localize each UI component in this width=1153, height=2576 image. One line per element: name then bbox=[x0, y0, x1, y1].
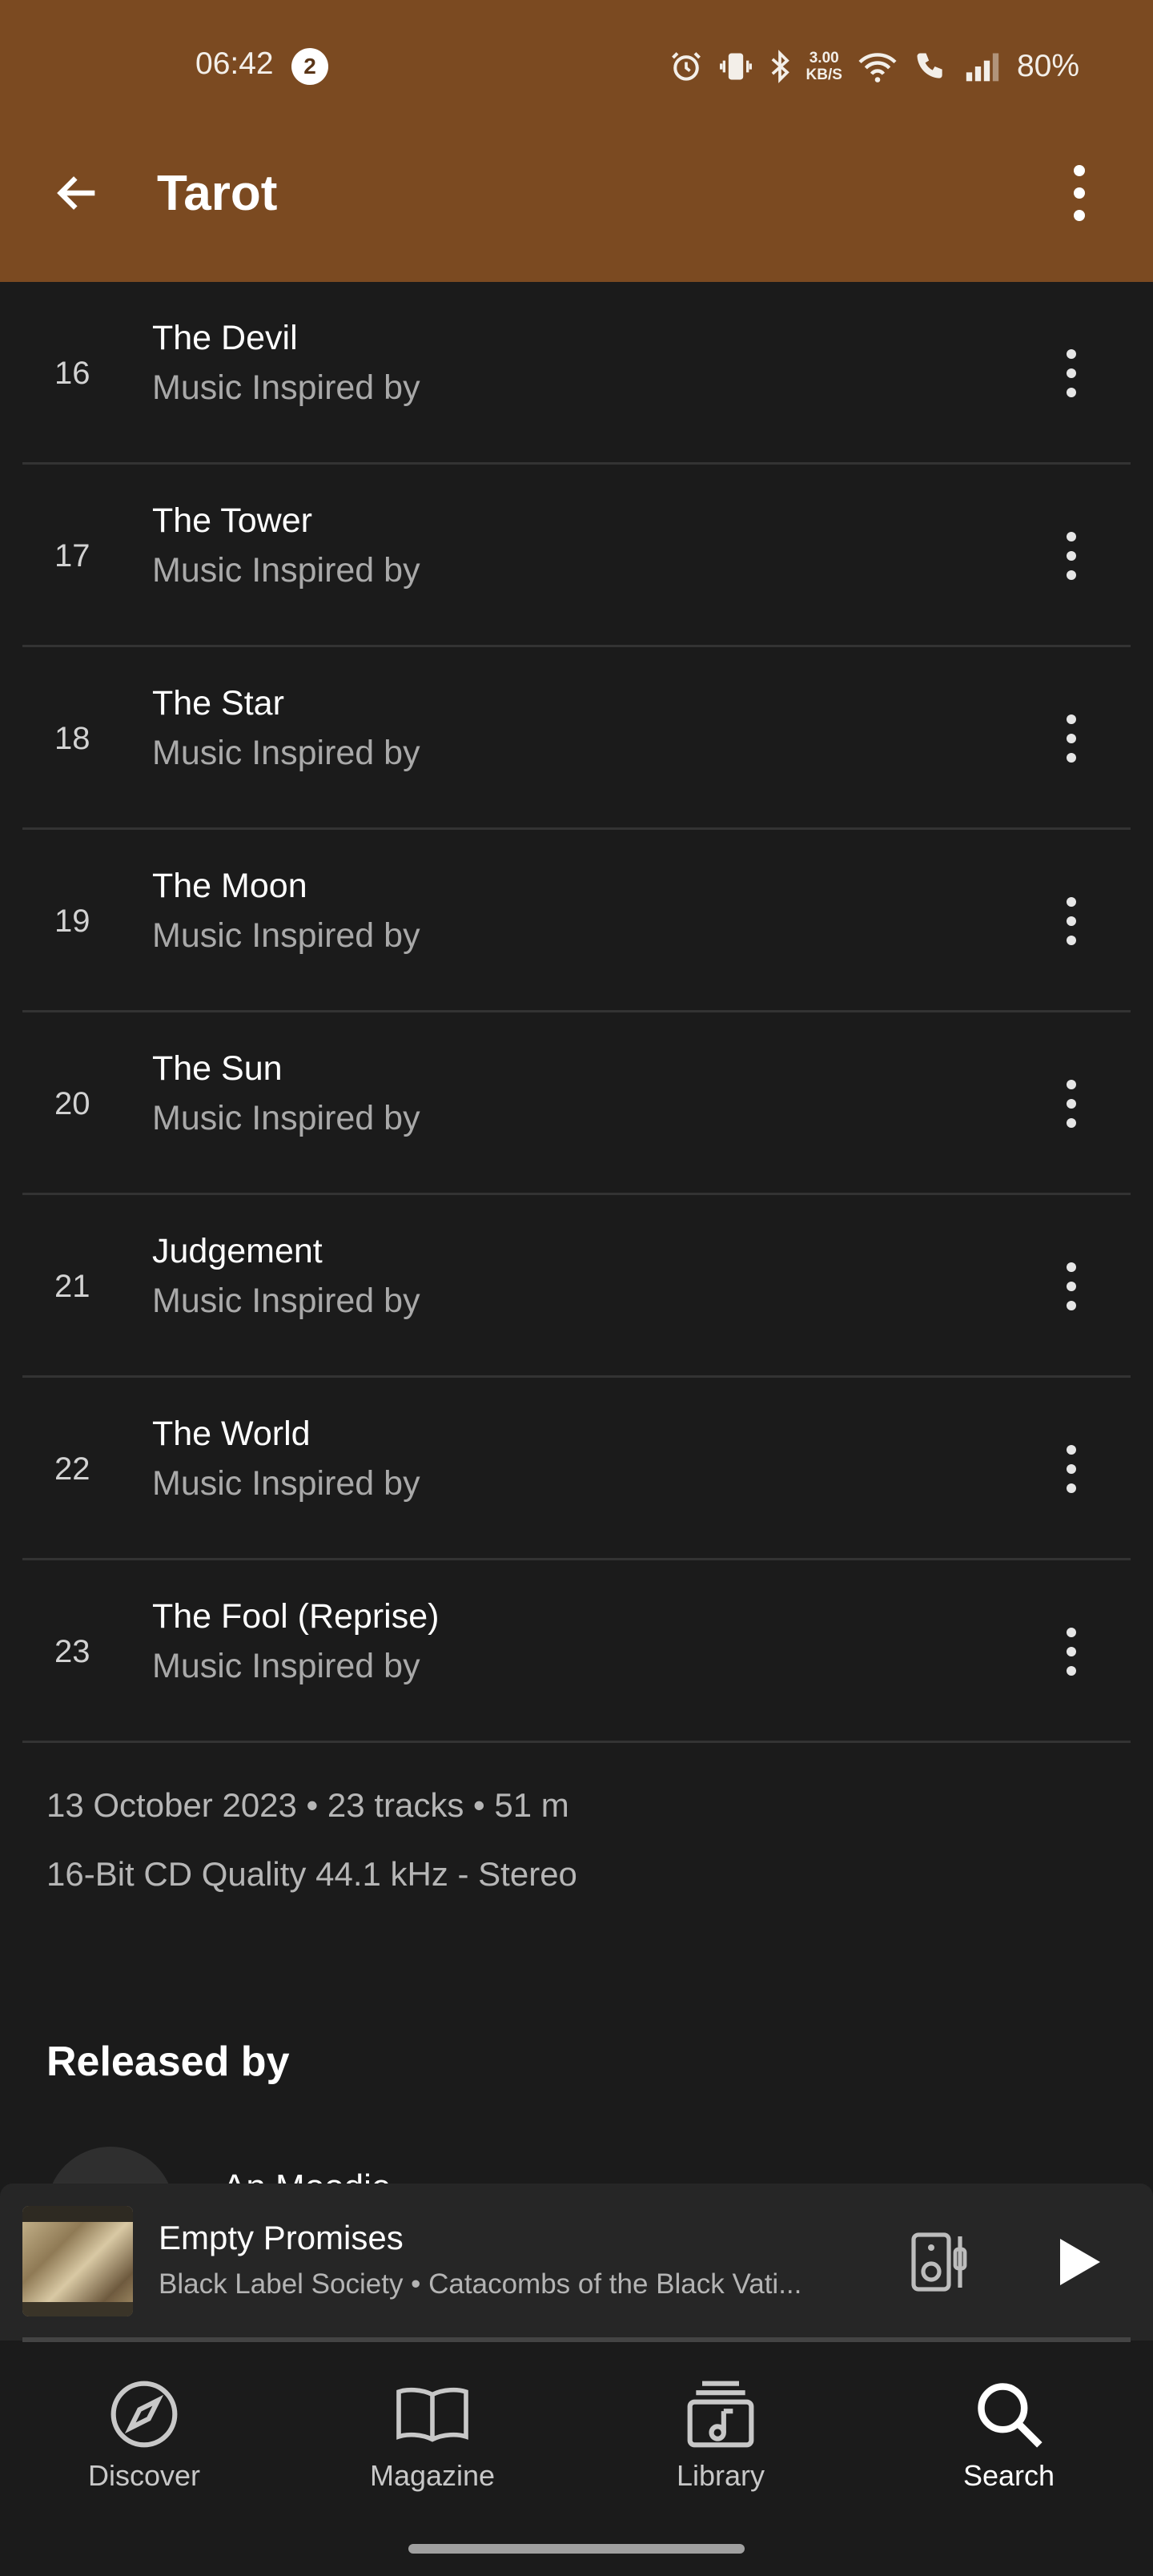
audio-quality: 16-Bit CD Quality 44.1 kHz - Stereo bbox=[46, 1855, 577, 1893]
wifi-icon bbox=[858, 53, 897, 83]
track-subtitle: Music Inspired by bbox=[152, 551, 420, 590]
nav-search[interactable]: Search bbox=[913, 2374, 1105, 2518]
track-title: Judgement bbox=[152, 1232, 323, 1270]
track-number: 17 bbox=[54, 537, 90, 574]
speaker-icon bbox=[911, 2232, 967, 2292]
track-title: The Moon bbox=[152, 867, 307, 905]
nav-label: Search bbox=[962, 2459, 1055, 2492]
track-subtitle: Music Inspired by bbox=[152, 916, 420, 955]
track-title: The Fool (Reprise) bbox=[152, 1597, 440, 1636]
bottom-navigation: Discover Magazine Library Search bbox=[0, 2342, 1153, 2576]
track-row[interactable]: 20 The Sun Music Inspired by bbox=[22, 1012, 1131, 1195]
track-more-button[interactable] bbox=[1031, 516, 1111, 596]
more-vertical-icon bbox=[1067, 1080, 1076, 1128]
track-row[interactable]: 21 Judgement Music Inspired by bbox=[22, 1195, 1131, 1378]
track-row[interactable]: 19 The Moon Music Inspired by bbox=[22, 830, 1131, 1012]
app-bar: 06:42 2 3.00 KB/S 80% Tarot bbox=[0, 0, 1153, 282]
track-title: The Tower bbox=[152, 501, 312, 540]
nav-magazine[interactable]: Magazine bbox=[336, 2374, 528, 2518]
compass-icon bbox=[104, 2374, 184, 2454]
more-vertical-icon bbox=[1067, 714, 1076, 763]
track-more-button[interactable] bbox=[1031, 1429, 1111, 1509]
track-row[interactable]: 23 The Fool (Reprise) Music Inspired by bbox=[22, 1560, 1131, 1743]
status-bar: 06:42 2 3.00 KB/S 80% bbox=[0, 0, 1153, 136]
more-vertical-icon bbox=[1067, 897, 1076, 945]
release-info: 13 October 2023 • 23 tracks • 51 m bbox=[46, 1786, 569, 1824]
search-icon bbox=[969, 2374, 1049, 2454]
released-by-heading: Released by bbox=[46, 2039, 290, 2085]
status-time: 06:42 bbox=[195, 46, 274, 81]
track-title: The Sun bbox=[152, 1049, 283, 1088]
network-speed-value: 3.00 bbox=[809, 50, 839, 66]
track-more-button[interactable] bbox=[1031, 1064, 1111, 1144]
page-title: Tarot bbox=[157, 166, 278, 221]
book-icon bbox=[392, 2374, 472, 2454]
track-subtitle: Music Inspired by bbox=[152, 368, 420, 407]
track-number: 16 bbox=[54, 355, 90, 391]
status-icons: 3.00 KB/S 80% bbox=[669, 40, 1079, 93]
track-more-button[interactable] bbox=[1031, 333, 1111, 413]
play-button[interactable] bbox=[1041, 2224, 1118, 2300]
track-subtitle: Music Inspired by bbox=[152, 1099, 420, 1137]
track-number: 19 bbox=[54, 903, 90, 939]
header-more-button[interactable] bbox=[1047, 157, 1111, 229]
track-list: 16 The Devil Music Inspired by 17 The To… bbox=[0, 282, 1153, 1743]
track-subtitle: Music Inspired by bbox=[152, 1282, 420, 1320]
vibrate-icon bbox=[719, 53, 752, 80]
track-row[interactable]: 16 The Devil Music Inspired by bbox=[22, 282, 1131, 465]
more-vertical-icon bbox=[1067, 1628, 1076, 1676]
track-number: 18 bbox=[54, 720, 90, 756]
now-playing-subtitle: Black Label Society • Catacombs of the B… bbox=[159, 2268, 802, 2300]
nav-label: Magazine bbox=[369, 2459, 496, 2492]
home-indicator[interactable] bbox=[408, 2544, 745, 2554]
track-number: 22 bbox=[54, 1451, 90, 1487]
track-subtitle: Music Inspired by bbox=[152, 734, 420, 772]
more-vertical-icon bbox=[1067, 349, 1076, 397]
track-row[interactable]: 17 The Tower Music Inspired by bbox=[22, 465, 1131, 647]
nav-discover[interactable]: Discover bbox=[48, 2374, 240, 2518]
track-more-button[interactable] bbox=[1031, 1612, 1111, 1692]
nav-library[interactable]: Library bbox=[625, 2374, 817, 2518]
track-title: The Star bbox=[152, 684, 284, 722]
library-icon bbox=[681, 2374, 761, 2454]
output-device-button[interactable] bbox=[905, 2224, 977, 2300]
more-vertical-icon bbox=[1074, 165, 1085, 221]
nav-label: Discover bbox=[87, 2459, 201, 2492]
track-title: The Devil bbox=[152, 319, 298, 357]
track-row[interactable]: 22 The World Music Inspired by bbox=[22, 1378, 1131, 1560]
arrow-left-icon bbox=[57, 176, 95, 210]
network-speed-unit: KB/S bbox=[805, 66, 842, 83]
more-vertical-icon bbox=[1067, 1445, 1076, 1493]
track-row[interactable]: 18 The Star Music Inspired by bbox=[22, 647, 1131, 830]
back-button[interactable] bbox=[42, 157, 114, 229]
wifi-calling-icon bbox=[917, 53, 942, 78]
track-more-button[interactable] bbox=[1031, 881, 1111, 961]
more-vertical-icon bbox=[1067, 532, 1076, 580]
track-subtitle: Music Inspired by bbox=[152, 1464, 420, 1503]
track-more-button[interactable] bbox=[1031, 1246, 1111, 1326]
more-vertical-icon bbox=[1067, 1262, 1076, 1310]
track-number: 20 bbox=[54, 1085, 90, 1121]
now-playing-title: Empty Promises bbox=[159, 2219, 404, 2256]
network-speed: 3.00 KB/S bbox=[806, 50, 842, 83]
mini-player[interactable]: Empty Promises Black Label Society • Cat… bbox=[0, 2184, 1153, 2341]
track-title: The World bbox=[152, 1415, 311, 1453]
play-icon bbox=[1060, 2239, 1100, 2285]
notification-count-badge: 2 bbox=[291, 48, 328, 85]
nav-label: Library bbox=[676, 2459, 765, 2492]
alarm-icon bbox=[671, 52, 701, 81]
album-artwork bbox=[22, 2206, 133, 2316]
bluetooth-icon bbox=[771, 50, 789, 83]
track-number: 23 bbox=[54, 1633, 90, 1669]
track-more-button[interactable] bbox=[1031, 698, 1111, 779]
track-subtitle: Music Inspired by bbox=[152, 1647, 420, 1685]
signal-icon bbox=[966, 53, 999, 82]
track-number: 21 bbox=[54, 1268, 90, 1304]
battery-percent: 80% bbox=[1016, 49, 1079, 83]
